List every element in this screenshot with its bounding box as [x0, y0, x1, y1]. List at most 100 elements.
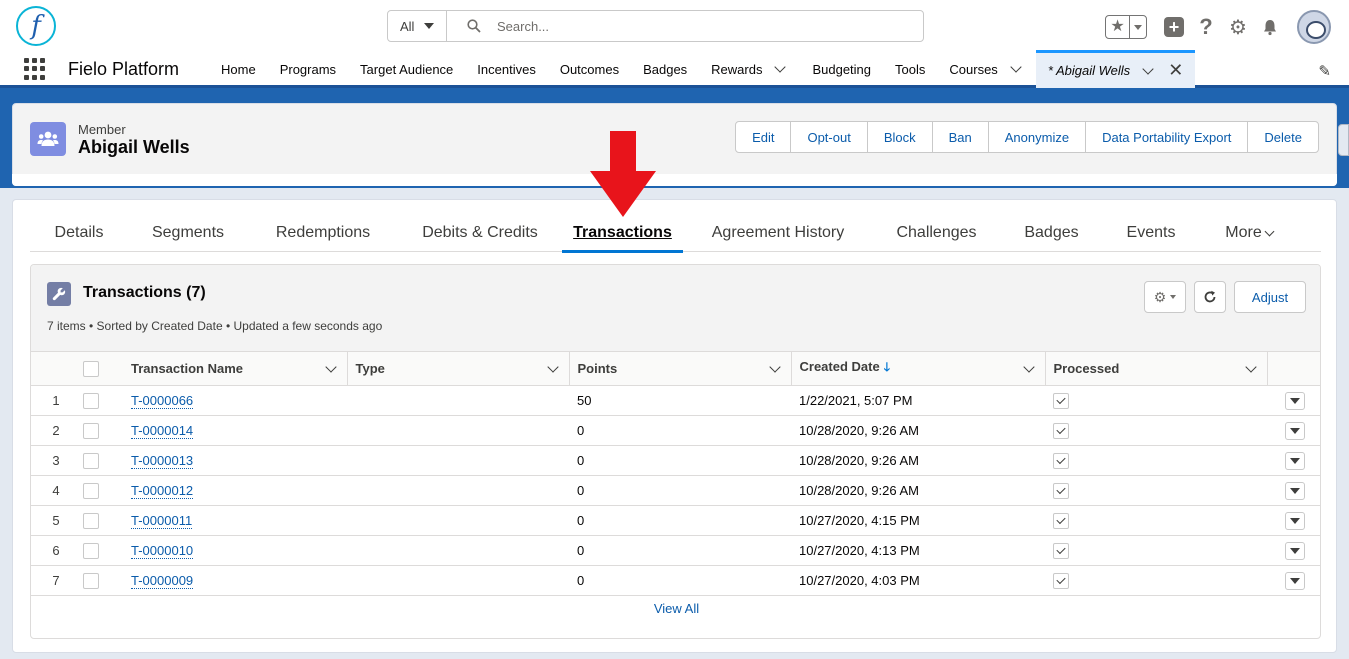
transaction-link[interactable]: T-0000013 [131, 453, 194, 469]
transaction-link[interactable]: T-0000014 [131, 423, 194, 439]
chevron-down-icon[interactable] [768, 361, 781, 373]
tab-badges[interactable]: Badges [1000, 214, 1103, 252]
workspace-tab-record[interactable]: * Abigail Wells ✕ [1035, 50, 1196, 88]
tab-segments[interactable]: Segments [128, 214, 248, 252]
created-date-cell: 10/27/2020, 4:15 PM [791, 505, 1045, 536]
column-header-type[interactable]: Type [347, 351, 570, 386]
row-number: 6 [31, 535, 75, 566]
notifications-button[interactable] [1259, 16, 1281, 38]
transaction-link[interactable]: T-0000066 [131, 393, 194, 409]
tab-label: Details [54, 224, 104, 241]
search-scope-dropdown[interactable]: All [388, 11, 447, 41]
column-header-points[interactable]: Points [569, 351, 792, 386]
created-date-cell: 10/27/2020, 4:13 PM [791, 535, 1045, 566]
tab-more[interactable]: More [1199, 214, 1299, 252]
nav-item-budgeting[interactable]: Budgeting [800, 50, 883, 88]
nav-item-outcomes[interactable]: Outcomes [548, 50, 631, 88]
tab-events[interactable]: Events [1103, 214, 1199, 252]
ban-button[interactable]: Ban [933, 122, 989, 152]
processed-cell [1045, 505, 1267, 536]
nav-item-courses[interactable]: Courses [937, 50, 1035, 88]
chevron-down-icon[interactable] [1022, 361, 1035, 373]
checked-checkbox-icon [1053, 452, 1069, 469]
tab-redemptions[interactable]: Redemptions [248, 214, 398, 252]
nav-item-home[interactable]: Home [209, 50, 268, 88]
global-actions-button[interactable]: + [1163, 16, 1185, 38]
favorites-menu-button[interactable] [1130, 24, 1146, 30]
side-panel-handle[interactable] [1338, 124, 1349, 156]
row-actions-cell [1267, 535, 1320, 566]
help-button[interactable]: ? [1195, 14, 1217, 39]
row-checkbox[interactable] [83, 422, 99, 439]
star-icon[interactable]: ★ [1106, 16, 1130, 38]
select-all-checkbox[interactable] [83, 360, 99, 377]
row-actions-button[interactable] [1284, 391, 1305, 410]
favorites-button[interactable]: ★ [1105, 15, 1147, 39]
row-checkbox[interactable] [83, 452, 99, 469]
row-checkbox[interactable] [83, 542, 99, 559]
tab-details[interactable]: Details [30, 214, 128, 252]
data-portability-export-button[interactable]: Data Portability Export [1086, 122, 1249, 152]
column-label: Points [577, 361, 618, 376]
row-select-cell [75, 445, 123, 476]
close-icon[interactable]: ✕ [1168, 60, 1183, 81]
related-list-header: Transactions (7) 7 items • Sorted by Cre… [31, 265, 1320, 351]
setup-button[interactable]: ⚙ [1227, 16, 1249, 39]
anonymize-button[interactable]: Anonymize [989, 122, 1087, 152]
chevron-down-icon[interactable] [1142, 62, 1154, 75]
app-launcher-icon[interactable] [24, 58, 46, 80]
row-actions-button[interactable] [1284, 541, 1305, 560]
nav-item-rewards[interactable]: Rewards [699, 50, 800, 88]
chevron-down-icon[interactable] [1010, 61, 1022, 73]
row-checkbox[interactable] [83, 392, 99, 409]
transaction-link[interactable]: T-0000011 [131, 513, 193, 529]
nav-item-tools[interactable]: Tools [883, 50, 937, 88]
transaction-link[interactable]: T-0000012 [131, 483, 194, 499]
tab-agreement-history[interactable]: Agreement History [683, 214, 873, 252]
edit-nav-icon[interactable]: ✎ [1318, 62, 1331, 80]
opt-out-button[interactable]: Opt-out [791, 122, 868, 152]
chevron-down-icon[interactable] [324, 361, 337, 373]
row-actions-button[interactable] [1284, 511, 1305, 530]
column-header-created-date[interactable]: Created Date 🡓 [791, 351, 1046, 386]
search-input[interactable] [497, 18, 877, 34]
adjust-button[interactable]: Adjust [1234, 281, 1306, 313]
processed-cell [1045, 415, 1267, 446]
user-avatar[interactable] [1297, 10, 1331, 44]
app-logo[interactable]: f [16, 6, 56, 46]
row-select-cell [75, 385, 123, 416]
list-settings-button[interactable]: ⚙ [1144, 281, 1186, 313]
view-all-link[interactable]: View All [31, 601, 1320, 616]
transactions-related-list: Transactions (7) 7 items • Sorted by Cre… [30, 264, 1321, 639]
transaction-link[interactable]: T-0000009 [131, 573, 194, 589]
chevron-down-icon[interactable] [1244, 361, 1257, 373]
nav-item-programs[interactable]: Programs [268, 50, 348, 88]
block-button[interactable]: Block [868, 122, 933, 152]
row-actions-button[interactable] [1284, 481, 1305, 500]
column-header-transaction-name[interactable]: Transaction Name [123, 351, 348, 386]
chevron-down-icon[interactable] [774, 61, 787, 73]
row-checkbox[interactable] [83, 512, 99, 529]
nav-item-target-audience[interactable]: Target Audience [348, 50, 465, 88]
chevron-down-icon [1289, 457, 1300, 464]
row-checkbox[interactable] [83, 482, 99, 499]
chevron-down-icon[interactable] [546, 361, 559, 373]
tab-transactions[interactable]: Transactions [562, 214, 683, 253]
nav-item-badges[interactable]: Badges [631, 50, 699, 88]
nav-item-incentives[interactable]: Incentives [465, 50, 548, 88]
row-actions-button[interactable] [1284, 571, 1305, 590]
row-checkbox[interactable] [83, 572, 99, 589]
refresh-button[interactable] [1194, 281, 1226, 313]
global-search: All [387, 10, 924, 42]
row-actions-cell [1267, 565, 1320, 596]
column-header-processed[interactable]: Processed [1045, 351, 1268, 386]
gear-icon: ⚙ [1229, 16, 1247, 39]
edit-button[interactable]: Edit [736, 122, 792, 152]
transaction-link[interactable]: T-0000010 [131, 543, 194, 559]
type-cell [347, 505, 569, 536]
tab-challenges[interactable]: Challenges [873, 214, 1000, 252]
delete-button[interactable]: Delete [1248, 122, 1318, 152]
tab-debits-credits[interactable]: Debits & Credits [398, 214, 562, 252]
row-actions-button[interactable] [1284, 421, 1305, 440]
row-actions-button[interactable] [1284, 451, 1305, 470]
